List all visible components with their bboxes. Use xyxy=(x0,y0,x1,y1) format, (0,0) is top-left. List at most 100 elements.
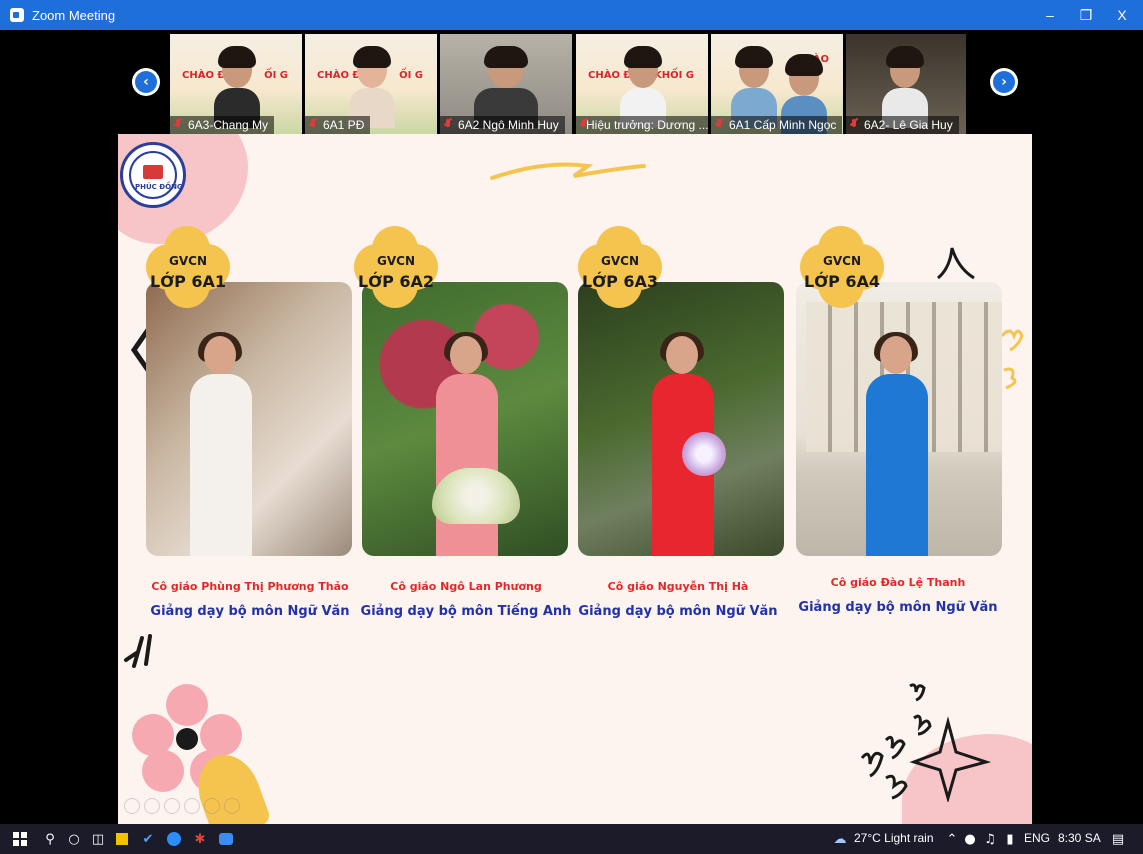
title-bar: Zoom Meeting – ❐ X xyxy=(0,0,1143,30)
participant-label: Hiệu trưởng: Dương ... xyxy=(576,116,708,134)
participant-video xyxy=(214,46,260,128)
participant-strip: ‹ CHÀO ĐÓ ỐI G 6A3-Chang My CHÀO ĐÓ ỐI G… xyxy=(0,30,1143,134)
flower-bouquet xyxy=(432,468,520,524)
screen-share-margin xyxy=(1032,134,1143,824)
participant-name: 6A1 PĐ xyxy=(323,118,365,132)
badge-class: LỚP 6A4 xyxy=(803,272,881,291)
school-logo: PHÚC ĐỒNG xyxy=(120,142,186,208)
chevron-right-icon: › xyxy=(993,71,1015,93)
participant-video xyxy=(349,46,395,128)
badge-label: GVCN xyxy=(169,254,207,268)
restore-icon[interactable]: ❐ xyxy=(1068,0,1104,30)
teacher-name: Cô giáo Phùng Thị Phương Thảo xyxy=(151,580,349,593)
teacher-photo-card xyxy=(796,282,1002,556)
teacher-subject: Giảng dạy bộ môn Ngữ Văn xyxy=(578,604,778,619)
clock[interactable]: 8:30 SA xyxy=(1058,831,1101,845)
banner-text: ỐI G xyxy=(399,70,423,81)
mic-muted-icon xyxy=(715,119,723,131)
zoom-taskbar-icon[interactable] xyxy=(166,831,182,847)
sticky-notes-icon[interactable] xyxy=(114,831,130,847)
class-badge: GVCN LỚP 6A4 xyxy=(800,226,884,308)
notifications-icon[interactable]: ▤ xyxy=(1110,831,1126,847)
close-icon[interactable]: X xyxy=(1104,0,1140,30)
participant-video xyxy=(620,46,666,128)
school-logo-text: PHÚC ĐỒNG xyxy=(135,183,183,191)
participant-tile[interactable]: CHÀO 6A1 Cấp Minh Ngọc xyxy=(711,34,843,134)
participant-label: 6A1 PĐ xyxy=(305,116,371,134)
participant-tile[interactable]: 6A2- Lê Gia Huy xyxy=(846,34,966,134)
pin-app-icon[interactable]: ✱ xyxy=(192,831,208,847)
mic-muted-icon xyxy=(444,119,452,131)
zoom-icon[interactable] xyxy=(204,798,220,814)
hearts-doodle xyxy=(860,683,992,802)
participant-label: 6A3-Chang My xyxy=(170,116,275,134)
teacher-photo-card xyxy=(362,282,568,556)
participant-video xyxy=(882,46,928,128)
class-badge: GVCN LỚP 6A1 xyxy=(146,226,230,308)
teacher-subject: Giảng dạy bộ môn Ngữ Văn xyxy=(798,600,998,615)
volume-icon[interactable]: ♫ xyxy=(982,831,998,847)
chevron-left-icon: ‹ xyxy=(135,71,157,93)
class-badge: GVCN LỚP 6A3 xyxy=(578,226,662,308)
windows-start-icon[interactable] xyxy=(12,831,28,847)
participant-video xyxy=(474,46,538,128)
teacher-dress xyxy=(190,374,252,556)
teacher-dress xyxy=(436,374,498,556)
badge-label: GVCN xyxy=(823,254,861,268)
mic-muted-icon xyxy=(309,119,317,131)
screen-share-margin xyxy=(0,134,118,824)
participant-label: 6A2- Lê Gia Huy xyxy=(846,116,959,134)
teacher-name: Cô giáo Đào Lệ Thanh xyxy=(830,576,966,589)
pen-icon[interactable] xyxy=(164,798,180,814)
mic-muted-icon xyxy=(850,119,858,131)
participant-name: 6A3-Chang My xyxy=(188,118,269,132)
weather-icon[interactable]: ☁ xyxy=(832,831,848,847)
next-slide-icon[interactable] xyxy=(144,798,160,814)
badge-label: GVCN xyxy=(377,254,415,268)
previous-participants-button[interactable]: ‹ xyxy=(132,68,160,96)
minimize-icon[interactable]: – xyxy=(1032,0,1068,30)
search-icon[interactable]: ⚲ xyxy=(42,831,58,847)
battery-icon[interactable]: ▮ xyxy=(1002,831,1018,847)
participant-video xyxy=(731,46,777,128)
sparkle-doodle xyxy=(124,634,152,668)
participant-tile[interactable]: CHÀO ĐÓ ỐI G 6A3-Chang My xyxy=(170,34,302,134)
badge-class: LỚP 6A3 xyxy=(581,272,659,291)
badge-label: GVCN xyxy=(601,254,639,268)
chevron-up-icon[interactable]: ⌃ xyxy=(944,831,960,847)
participant-label: 6A1 Cấp Minh Ngọc xyxy=(711,116,843,134)
badge-class: LỚP 6A2 xyxy=(357,272,435,291)
teacher-photo xyxy=(186,332,256,556)
teacher-photo-card xyxy=(146,282,352,556)
window-title: Zoom Meeting xyxy=(32,7,116,23)
next-participants-button[interactable]: › xyxy=(990,68,1018,96)
slides-icon[interactable] xyxy=(184,798,200,814)
previous-slide-icon[interactable] xyxy=(124,798,140,814)
participant-tile[interactable]: 6A2 Ngô Minh Huy xyxy=(440,34,572,134)
task-view-icon[interactable]: ◫ xyxy=(90,831,106,847)
participant-name: Hiệu trưởng: Dương ... xyxy=(586,118,708,132)
teacher-subject: Giảng dạy bộ môn Ngữ Văn xyxy=(150,604,350,619)
cortana-icon[interactable]: ○ xyxy=(66,831,82,847)
microphone-icon[interactable]: ● xyxy=(962,831,978,847)
more-options-icon[interactable] xyxy=(224,798,240,814)
participant-tile[interactable]: CHÀO ĐÓN KHỐI G Hiệu trưởng: Dương ... xyxy=(576,34,708,134)
participant-name: 6A1 Cấp Minh Ngọc xyxy=(729,118,837,132)
zoom-app-icon xyxy=(10,8,24,22)
teacher-subject: Giảng dạy bộ môn Tiếng Anh xyxy=(360,604,572,619)
participant-name: 6A2- Lê Gia Huy xyxy=(864,118,953,132)
participant-label: 6A2 Ngô Minh Huy xyxy=(440,116,565,134)
squiggle-decoration xyxy=(490,162,646,180)
checkmark-app-icon[interactable]: ✔ xyxy=(140,831,156,847)
weather-text[interactable]: 27°C Light rain xyxy=(854,831,934,845)
teacher-name: Cô giáo Ngô Lan Phương xyxy=(390,580,542,593)
taskbar: ⚲ ○ ◫ ✔ ✱ ☁ 27°C Light rain ⌃ ● ♫ ▮ ENG … xyxy=(0,824,1143,854)
zalo-icon[interactable] xyxy=(218,831,234,847)
language-indicator[interactable]: ENG xyxy=(1024,831,1050,845)
teacher-name: Cô giáo Nguyễn Thị Hà xyxy=(607,580,749,593)
participant-tile[interactable]: CHÀO ĐÓ ỐI G 6A1 PĐ xyxy=(305,34,437,134)
shared-slide: PHÚC ĐỒNG GVCN LỚP 6A1 Cô giáo Phùng Thị… xyxy=(118,134,1032,824)
badge-class: LỚP 6A1 xyxy=(149,272,227,291)
banner-text: ỐI G xyxy=(264,70,288,81)
teacher-photo-card xyxy=(578,282,784,556)
